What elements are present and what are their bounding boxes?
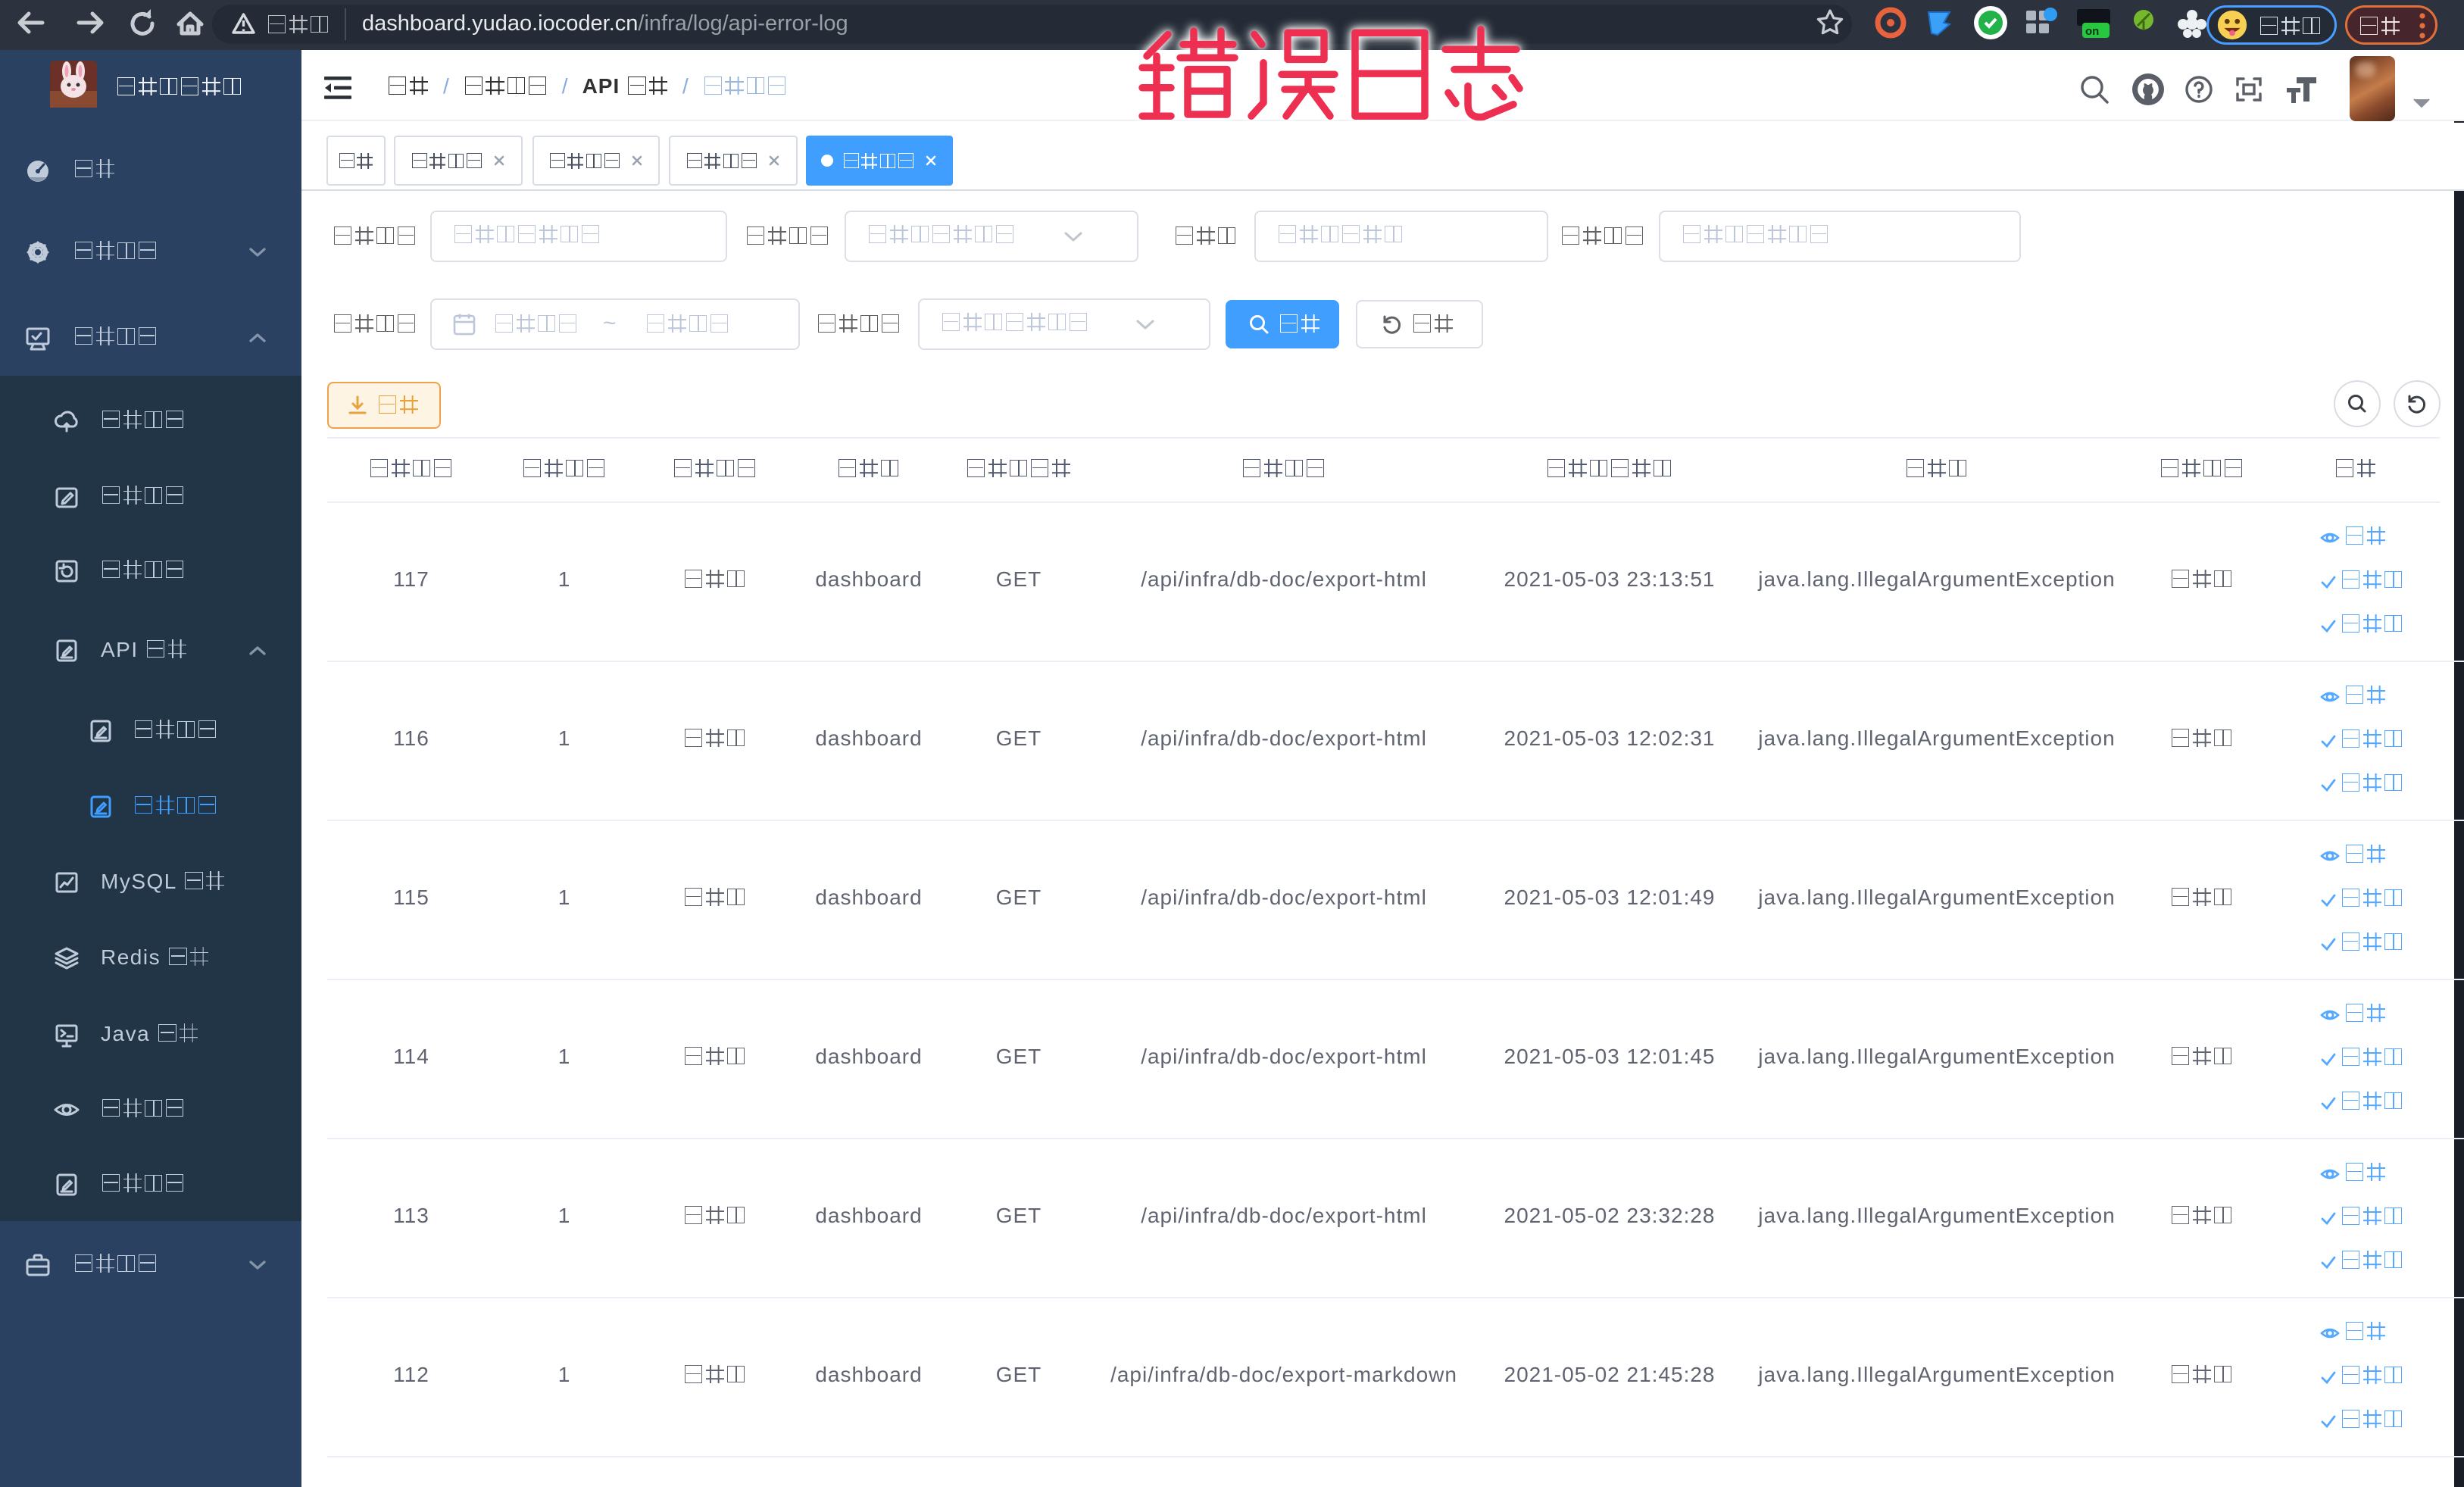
svg-text:on: on [2085, 25, 2099, 38]
